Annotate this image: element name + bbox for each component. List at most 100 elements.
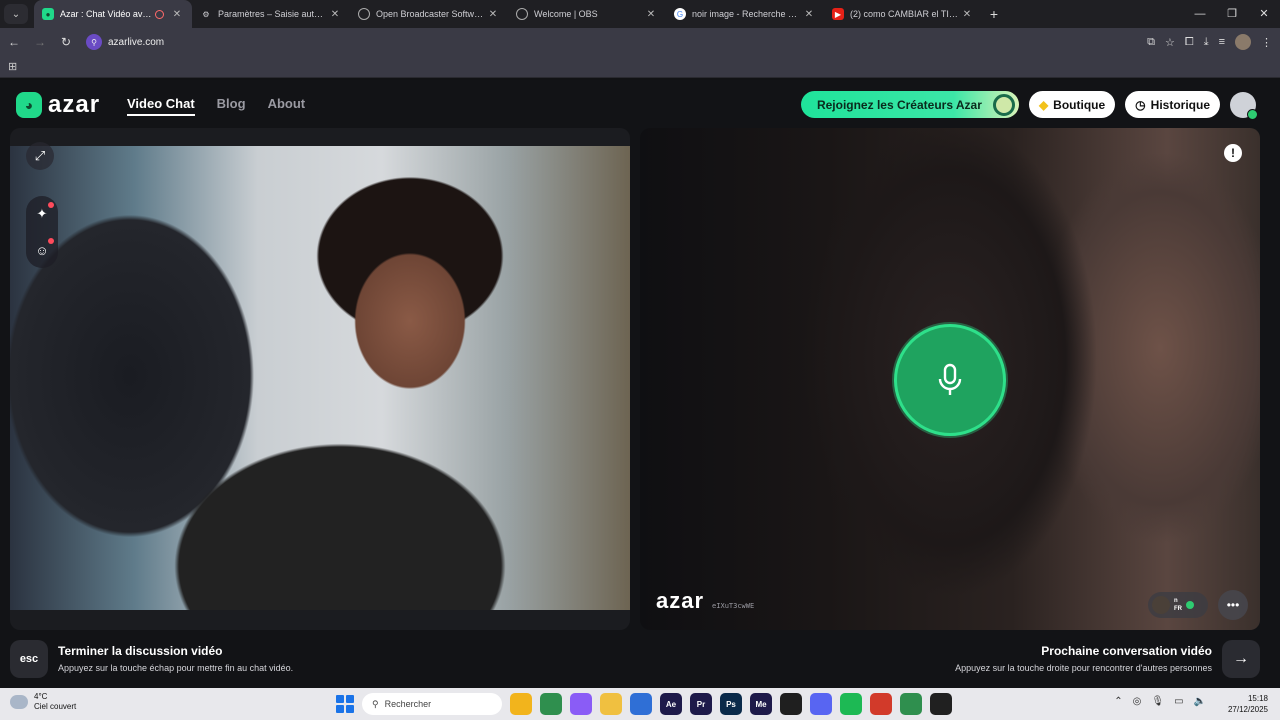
close-tab-icon[interactable]: ✕ (486, 9, 500, 20)
google-icon: G (674, 8, 686, 20)
partner-badge[interactable]: n FR (1148, 592, 1208, 618)
volume-icon[interactable]: 🔈 (1194, 696, 1206, 707)
chat-bubble-icon[interactable]: ••• (1218, 590, 1248, 620)
join-creators-button[interactable]: Rejoignez les Créateurs Azar (800, 91, 1019, 118)
pinned-apps: Ae Pr Ps Me (510, 693, 952, 715)
media-encoder-icon[interactable]: Me (750, 693, 772, 715)
effects-group: ✦ ☺ (26, 196, 58, 268)
copilot-icon[interactable] (570, 693, 592, 715)
end-chat-title: Terminer la discussion vidéo (58, 644, 223, 658)
store-icon[interactable] (630, 693, 652, 715)
close-tab-icon[interactable]: ✕ (328, 9, 342, 20)
chrome-active-icon[interactable] (900, 693, 922, 715)
close-tab-icon[interactable]: ✕ (960, 9, 974, 20)
tab-search-button[interactable]: ⌄ (4, 4, 28, 24)
remote-video-panel: ! azar eIXuT3cwWE n FR ••• (640, 128, 1260, 630)
expand-icon[interactable]: ⤢ (26, 142, 54, 170)
back-icon[interactable]: ← (2, 35, 26, 49)
close-tab-icon[interactable]: ✕ (802, 9, 816, 20)
download-icon[interactable]: ⤓ (1204, 36, 1209, 49)
tab-azar[interactable]: ● Azar : Chat Vidéo avec de n ✕ (34, 0, 192, 28)
maximize-icon[interactable]: ❐ (1216, 0, 1248, 28)
nav-blog[interactable]: Blog (217, 96, 246, 116)
after-effects-icon[interactable]: Ae (660, 693, 682, 715)
spotify-icon[interactable] (840, 693, 862, 715)
system-tray: ⌃ ◎ 🎙 ▭ 🔈 (1114, 696, 1206, 707)
close-tab-icon[interactable]: ✕ (644, 9, 658, 20)
shop-button[interactable]: ◆ Boutique (1028, 91, 1116, 118)
user-avatar[interactable] (1230, 91, 1258, 120)
weather-condition: Ciel couvert (34, 702, 77, 711)
microphone-tray-icon[interactable]: 🎙 (1151, 696, 1164, 707)
report-icon[interactable]: ! (1224, 144, 1242, 162)
site-header: ◕ azar Video Chat Blog About Rejoignez l… (0, 80, 1280, 128)
system-clock[interactable]: 15:18 27/12/2025 (1228, 693, 1268, 715)
kebab-menu-icon[interactable]: ⋮ (1261, 36, 1272, 49)
weather-widget[interactable]: 4°C Ciel couvert (10, 692, 76, 712)
next-chat-info: Prochaine conversation vidéo Appuyez sur… (955, 644, 1212, 673)
taskbar-search[interactable]: ⚲ Rechercher (362, 693, 502, 715)
tab-title: Azar : Chat Vidéo avec de n (60, 9, 155, 19)
tab-obs-welcome[interactable]: Welcome | OBS ✕ (508, 0, 666, 28)
url-field[interactable]: ⚲ azarlive.com (86, 32, 164, 52)
verified-icon (1186, 601, 1194, 609)
apps-grid-icon[interactable]: ⊞ (8, 60, 17, 73)
tab-title: Paramètres – Saisie automatiqu (218, 9, 328, 19)
gem-icon: ◆ (1038, 97, 1049, 112)
bookmark-star-icon[interactable]: ☆ (1165, 36, 1175, 49)
watermark-logo: azar (656, 588, 705, 613)
new-tab-button[interactable]: + (982, 6, 1006, 22)
tab-title: (2) como CAMBIAR el TITULO a (850, 9, 960, 19)
taskbar-apps: ⚲ Rechercher Ae Pr Ps Me (336, 692, 952, 716)
browser-actions: ⧉ ☆ ⧠ ⤓ ≡ ⋮ (1147, 28, 1272, 56)
minimize-icon[interactable]: — (1184, 0, 1216, 28)
windows-taskbar: 4°C Ciel couvert ⚲ Rechercher Ae Pr Ps Me ⌃… (0, 688, 1280, 720)
youtube-icon: ▶ (832, 8, 844, 20)
esc-key-button[interactable]: esc (10, 640, 48, 678)
browser-tab-bar: ⌄ ● Azar : Chat Vidéo avec de n ✕ ⚙ Para… (0, 0, 1280, 28)
sparkle-effects-icon[interactable]: ✦ (28, 200, 56, 228)
windows-start-icon[interactable] (336, 695, 354, 713)
microphone-button[interactable] (894, 324, 1006, 436)
photoshop-icon[interactable]: Ps (720, 693, 742, 715)
obs-icon[interactable] (930, 693, 952, 715)
extensions-icon[interactable]: ⧠ (1185, 36, 1194, 49)
history-button[interactable]: ◷ Historique (1125, 91, 1220, 118)
folder-icon[interactable] (600, 693, 622, 715)
gear-icon: ⚙ (202, 9, 210, 19)
face-filter-icon[interactable]: ☺ (28, 236, 56, 264)
chevron-up-icon[interactable]: ⌃ (1114, 696, 1122, 707)
tab-youtube[interactable]: ▶ (2) como CAMBIAR el TITULO a ✕ (824, 0, 982, 28)
profile-avatar[interactable] (1235, 34, 1251, 50)
site-info-icon[interactable]: ⚲ (86, 34, 102, 50)
discord-icon[interactable] (810, 693, 832, 715)
shop-label: Boutique (1053, 97, 1106, 112)
next-arrow-button[interactable]: → (1222, 640, 1260, 678)
azar-logo[interactable]: ◕ azar (16, 91, 100, 119)
close-window-icon[interactable]: ✕ (1248, 0, 1280, 28)
display-icon[interactable]: ▭ (1174, 696, 1183, 707)
app-icon[interactable] (870, 693, 892, 715)
tab-google[interactable]: G noir image - Recherche Google ✕ (666, 0, 824, 28)
reload-icon[interactable]: ↻ (54, 35, 78, 49)
end-chat-info: Terminer la discussion vidéo Appuyez sur… (58, 644, 293, 673)
media-controls-icon[interactable]: ≡ (1219, 36, 1225, 48)
premiere-icon[interactable]: Pr (690, 693, 712, 715)
media-player-icon[interactable] (780, 693, 802, 715)
chrome-icon[interactable] (540, 693, 562, 715)
cast-icon[interactable]: ⧉ (1147, 36, 1155, 49)
file-explorer-icon[interactable] (510, 693, 532, 715)
tab-obs-site[interactable]: Open Broadcaster Software | OB ✕ (350, 0, 508, 28)
join-creators-label: Rejoignez les Créateurs Azar (816, 97, 982, 112)
close-tab-icon[interactable]: ✕ (170, 9, 184, 20)
logo-text: azar (48, 91, 101, 118)
search-icon: ⚲ (372, 698, 379, 709)
tray-app-icon[interactable]: ◎ (1133, 696, 1142, 707)
azar-logo-icon: ◕ (16, 92, 42, 118)
main-nav: Video Chat Blog About (127, 96, 305, 116)
forward-icon[interactable]: → (28, 35, 52, 49)
nav-video-chat[interactable]: Video Chat (127, 96, 195, 116)
tab-settings[interactable]: ⚙ Paramètres – Saisie automatiqu ✕ (192, 0, 350, 28)
clock-icon: ◷ (1135, 97, 1146, 112)
nav-about[interactable]: About (268, 96, 306, 116)
